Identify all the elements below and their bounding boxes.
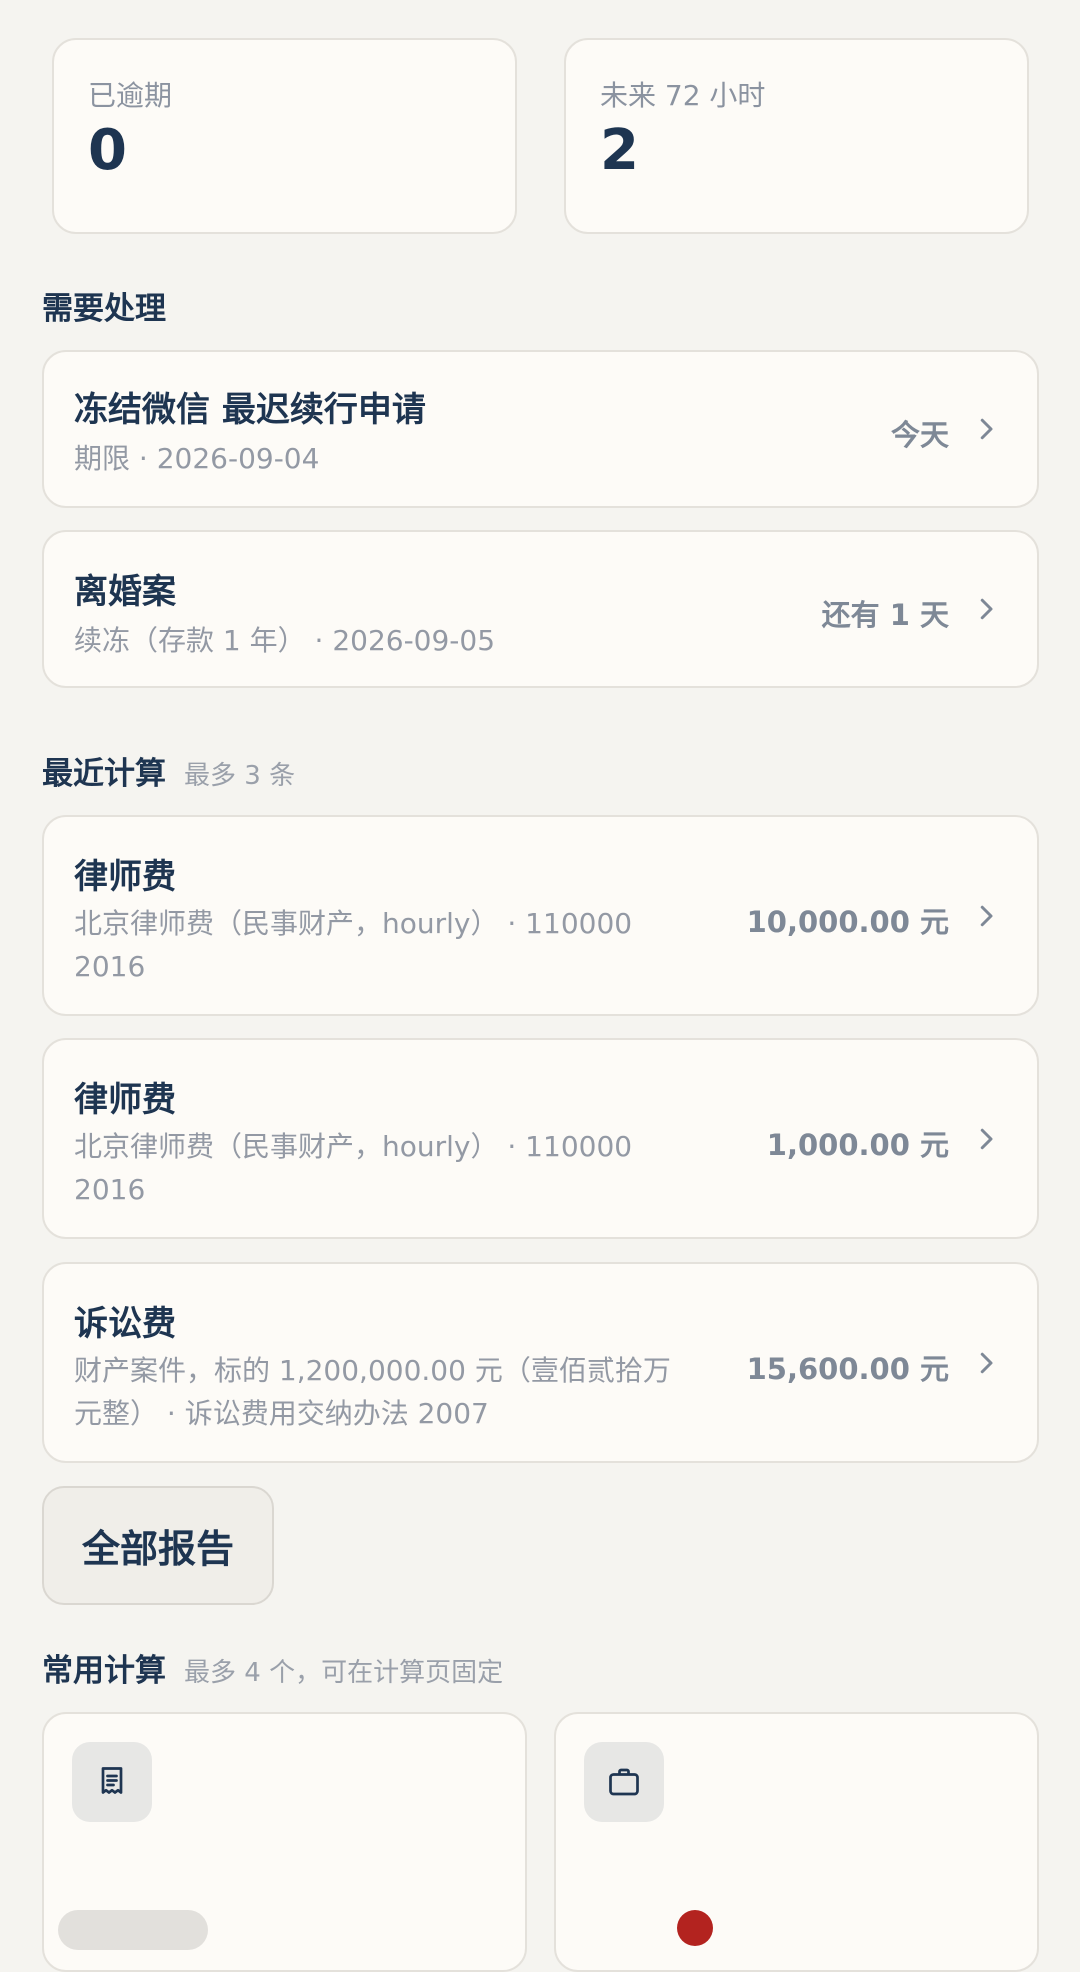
receipt-icon [72, 1742, 152, 1822]
favorite-calc-tile[interactable] [554, 1712, 1039, 1972]
recent-calc-subtitle: 财产案件，标的 1,200,000.00 元（壹佰贰拾万 元整） · 诉讼费用交… [74, 1349, 671, 1435]
recent-calc-item[interactable]: 律师费 北京律师费（民事财产，hourly） · 110000 2016 10,… [42, 815, 1039, 1016]
pending-item-subtitle: 续冻（存款 1 年） · 2026-09-05 [74, 624, 496, 657]
recent-calc-title: 律师费 [74, 1080, 176, 1120]
section-title-text: 需要处理 [42, 291, 166, 327]
pending-item-status: 还有 1 天 [821, 598, 949, 632]
chevron-right-icon [971, 1348, 1001, 1378]
section-note: 最多 4 个，可在计算页固定 [184, 1658, 504, 1688]
section-title-text: 最近计算 [42, 756, 166, 792]
section-title-recent: 最近计算 最多 3 条 [42, 748, 295, 793]
recent-calc-subtitle: 北京律师费（民事财产，hourly） · 110000 2016 [74, 1125, 632, 1211]
chevron-right-icon [971, 1124, 1001, 1154]
stat-card-next-72-hours: 未来 72 小时 2 [564, 38, 1029, 234]
recent-calc-amount: 1,000.00 元 [766, 1128, 949, 1162]
recent-calc-subtitle-line: 北京律师费（民事财产，hourly） · 110000 [74, 1130, 633, 1163]
chevron-right-icon [971, 414, 1001, 444]
chevron-right-icon [971, 901, 1001, 931]
notification-dot [677, 1910, 713, 1946]
pending-item-title: 离婚案 [74, 572, 176, 612]
recent-calc-subtitle-line: 元整） · 诉讼费用交纳办法 2007 [74, 1397, 489, 1430]
stat-card-overdue: 已逾期 0 [52, 38, 517, 234]
pending-item-title: 冻结微信 最迟续行申请 [74, 390, 426, 430]
recent-calc-subtitle-line: 北京律师费（民事财产，hourly） · 110000 [74, 907, 633, 940]
recent-calc-title: 诉讼费 [74, 1304, 176, 1344]
section-title-favorites: 常用计算 最多 4 个，可在计算页固定 [42, 1645, 503, 1690]
recent-calc-title: 律师费 [74, 857, 176, 897]
stat-value: 2 [600, 118, 639, 183]
section-note: 最多 3 条 [184, 761, 296, 791]
briefcase-icon [584, 1742, 664, 1822]
recent-calc-item[interactable]: 诉讼费 财产案件，标的 1,200,000.00 元（壹佰贰拾万 元整） · 诉… [42, 1262, 1039, 1463]
section-title-pending: 需要处理 [42, 283, 166, 328]
stat-value: 0 [88, 118, 127, 183]
recent-calc-subtitle: 北京律师费（民事财产，hourly） · 110000 2016 [74, 902, 632, 988]
pending-item[interactable]: 离婚案 续冻（存款 1 年） · 2026-09-05 还有 1 天 [42, 530, 1039, 688]
pending-item-subtitle: 期限 · 2026-09-04 [74, 442, 320, 475]
all-reports-button[interactable]: 全部报告 [42, 1486, 274, 1605]
recent-calc-subtitle-line: 2016 [74, 1173, 146, 1206]
bottom-nav-pill[interactable] [58, 1910, 208, 1950]
section-title-text: 常用计算 [42, 1653, 166, 1689]
pending-item-status: 今天 [890, 418, 949, 452]
chevron-right-icon [971, 594, 1001, 624]
stat-label: 未来 72 小时 [600, 79, 766, 112]
recent-calc-amount: 10,000.00 元 [746, 905, 949, 939]
pending-item[interactable]: 冻结微信 最迟续行申请 期限 · 2026-09-04 今天 [42, 350, 1039, 508]
recent-calc-subtitle-line: 财产案件，标的 1,200,000.00 元（壹佰贰拾万 [74, 1354, 671, 1387]
recent-calc-subtitle-line: 2016 [74, 950, 146, 983]
recent-calc-amount: 15,600.00 元 [746, 1352, 949, 1386]
stat-label: 已逾期 [88, 79, 173, 112]
recent-calc-item[interactable]: 律师费 北京律师费（民事财产，hourly） · 110000 2016 1,0… [42, 1038, 1039, 1239]
